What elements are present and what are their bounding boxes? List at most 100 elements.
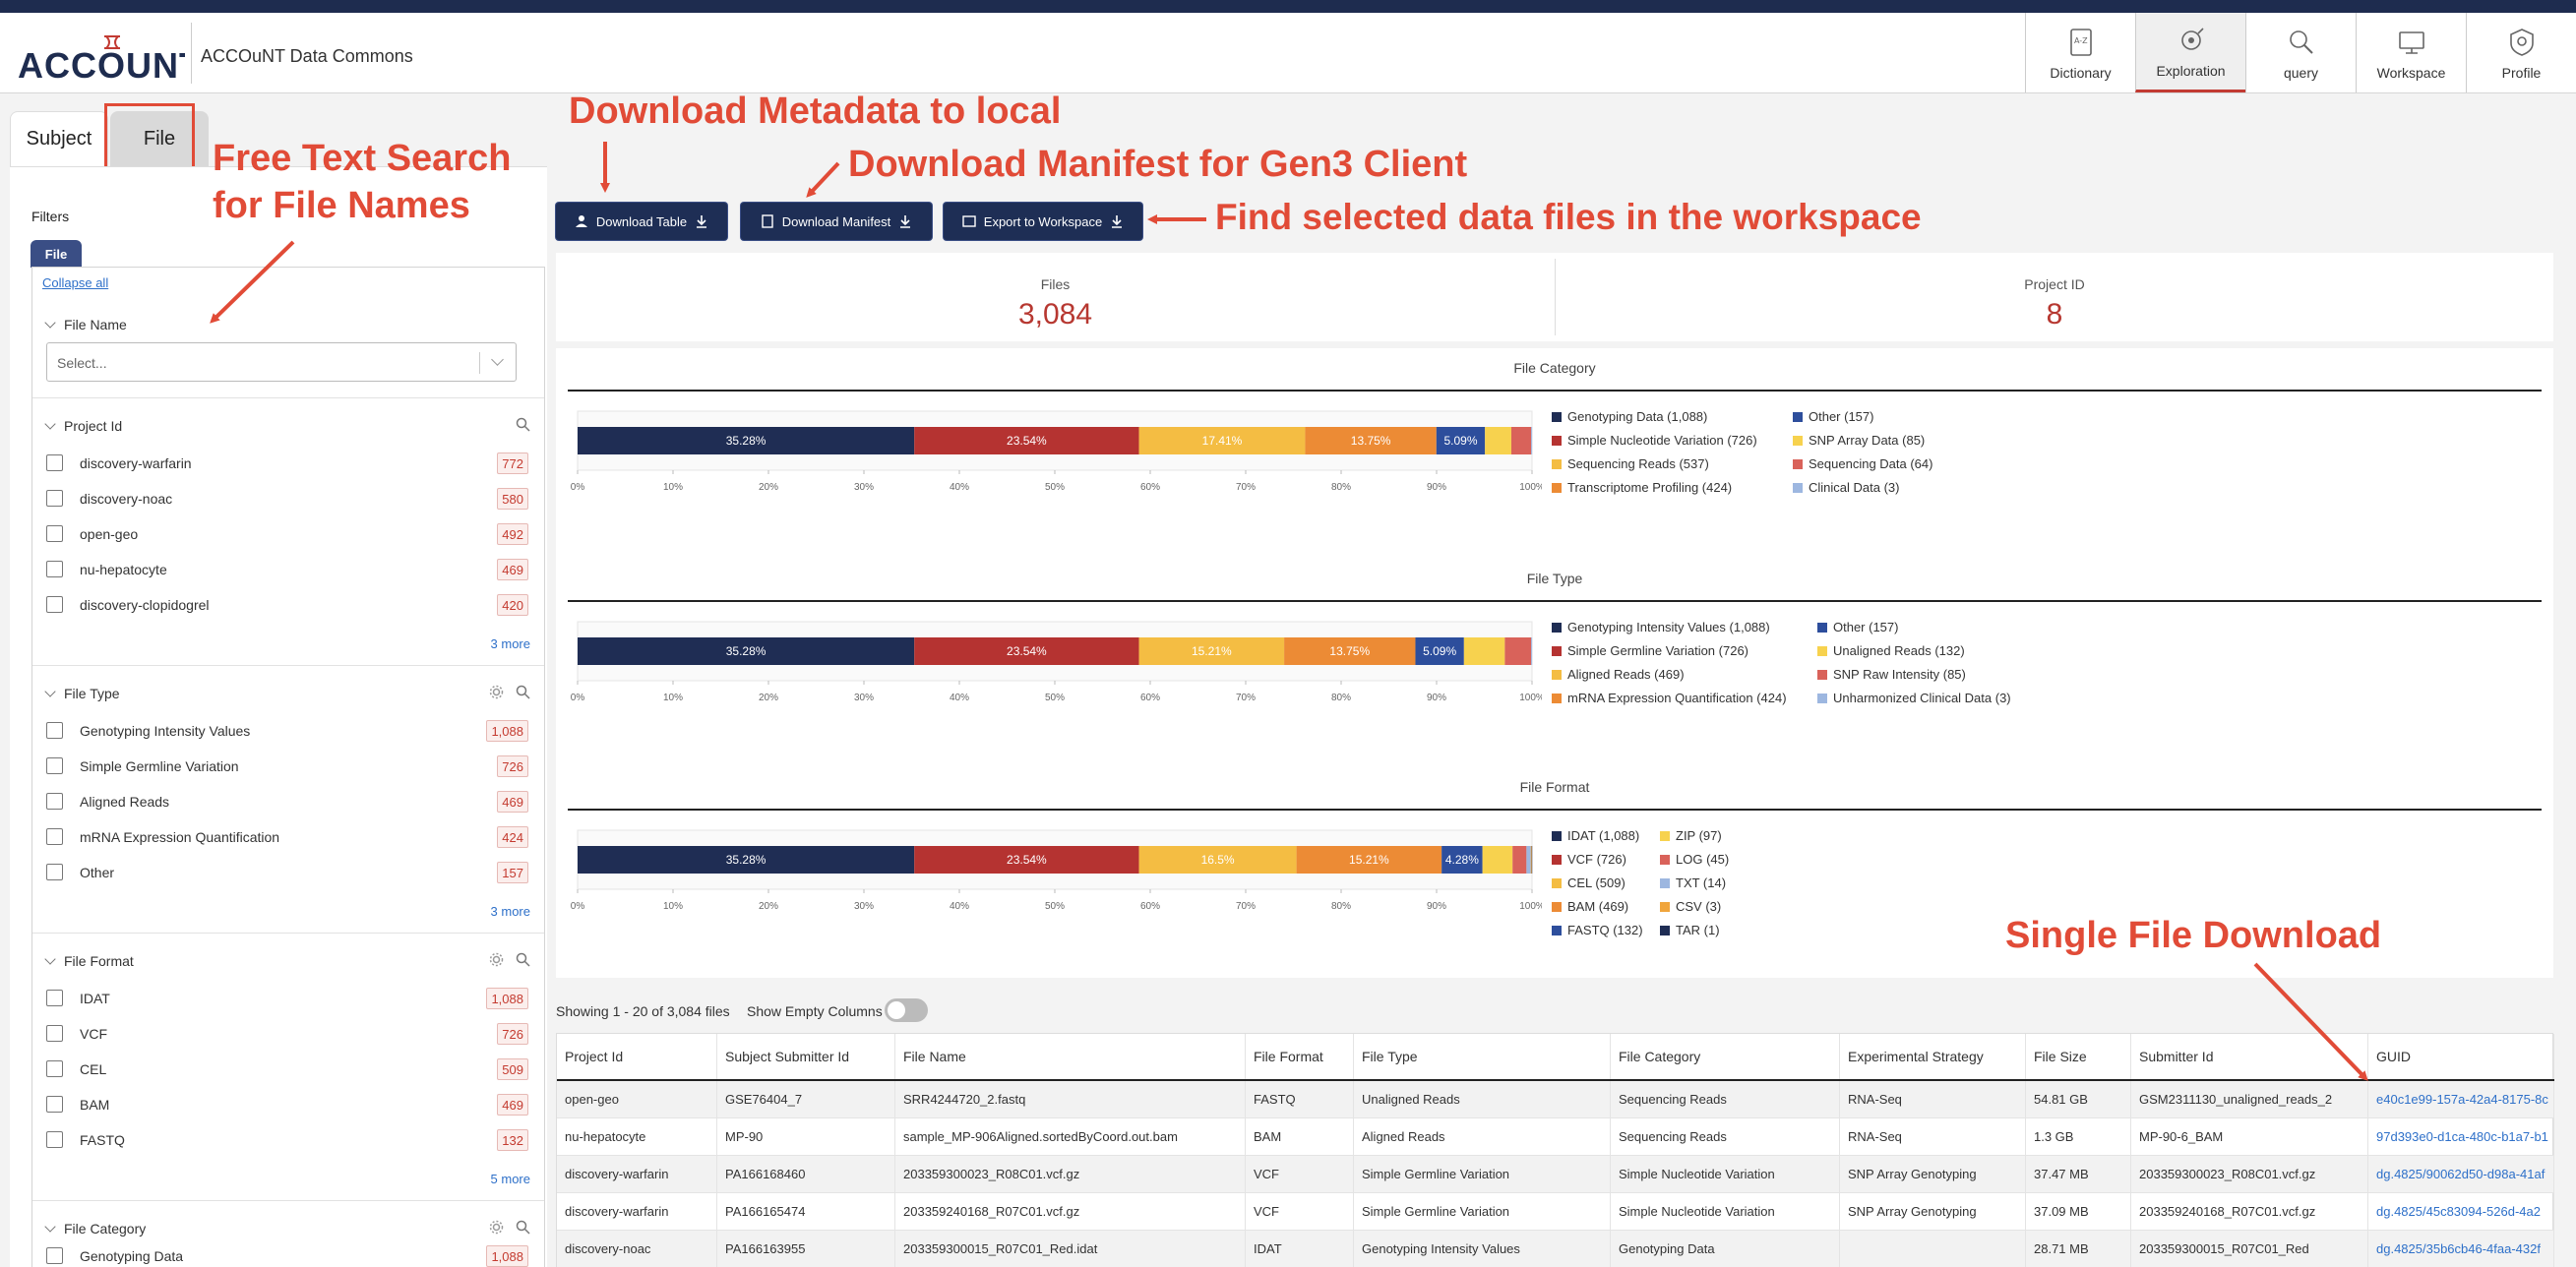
file-name-select[interactable]: Select... [46, 342, 517, 382]
download-icon [697, 215, 707, 228]
table-row[interactable]: discovery-warfarin PA166165474 20335924016… [557, 1193, 2554, 1231]
x-tick-label: 90% [1427, 901, 1446, 912]
column-header: File Type [1354, 1034, 1611, 1079]
checkbox[interactable] [46, 1025, 63, 1042]
option-mrna-expression-quantification[interactable]: mRNA Expression Quantification 424 [46, 825, 528, 849]
nav-query[interactable]: query [2245, 13, 2356, 92]
checkbox[interactable] [46, 596, 63, 613]
option-vcf[interactable]: VCF 726 [46, 1022, 528, 1046]
option-discovery-clopidogrel[interactable]: discovery-clopidogrel 420 [46, 593, 528, 617]
table-row[interactable]: discovery-warfarin PA166168460 20335930002… [557, 1156, 2554, 1193]
collapse-all-link[interactable]: Collapse all [42, 275, 108, 290]
option-discovery-warfarin[interactable]: discovery-warfarin 772 [46, 452, 528, 475]
legend-label: Genotyping Data (1,088) [1567, 409, 1708, 424]
gear-icon[interactable] [489, 1220, 504, 1235]
checkbox[interactable] [46, 828, 63, 845]
count-badge: 492 [497, 523, 528, 545]
checkbox[interactable] [46, 793, 63, 810]
checkbox[interactable] [46, 864, 63, 880]
option-aligned-reads[interactable]: Aligned Reads 469 [46, 790, 528, 814]
bar-segment [1504, 637, 1532, 665]
checkbox[interactable] [46, 722, 63, 739]
x-tick-label: 40% [950, 693, 969, 703]
gear-icon[interactable] [489, 952, 504, 967]
page: { "header": { "logo_text": "ACCOUNT", "c… [0, 0, 2576, 1267]
table-cell: Simple Nucleotide Variation [1611, 1156, 1840, 1192]
legend-item: Unaligned Reads (132) [1817, 643, 1965, 658]
download-table-button[interactable]: Download Table [556, 203, 727, 240]
gear-icon[interactable] [489, 685, 504, 699]
chart-file-category: File Category 0% 10% 20% 30% 40% 50% 60% 70% 80%… [568, 360, 2542, 557]
table-row[interactable]: open-geo GSE76404_7 SRR4244720_2.fastq FAST… [557, 1081, 2554, 1118]
checkbox[interactable] [46, 1131, 63, 1148]
option-nu-hepatocyte[interactable]: nu-hepatocyte 469 [46, 558, 528, 581]
search-icon[interactable] [516, 1220, 530, 1235]
show-empty-columns-toggle[interactable] [885, 998, 928, 1022]
filter-section-file-category: File Category Genotyping Data 1,088 [32, 1200, 544, 1267]
checkbox[interactable] [46, 1247, 63, 1264]
export-to-workspace-button[interactable]: Export to Workspace [944, 203, 1142, 240]
guid-download-link[interactable]: 97d393e0-d1ca-480c-b1a7-b1 [2368, 1118, 2554, 1155]
table-cell: discovery-warfarin [557, 1193, 717, 1230]
file-format-more-link[interactable]: 5 more [491, 1172, 530, 1186]
bar-data-label: 15.21% [1192, 644, 1232, 658]
option-genotyping-data[interactable]: Genotyping Data 1,088 [46, 1244, 528, 1267]
filter-tab-file[interactable]: File [31, 240, 82, 268]
bar-data-label: 5.09% [1423, 644, 1456, 658]
table-row[interactable]: nu-hepatocyte MP-90 sample_MP-906Aligned.s… [557, 1118, 2554, 1156]
option-other[interactable]: Other 157 [46, 861, 528, 884]
checkbox[interactable] [46, 1060, 63, 1077]
legend-item: Simple Nucleotide Variation (726) [1552, 433, 1757, 448]
x-tick-label: 50% [1045, 693, 1065, 703]
table-cell: Simple Nucleotide Variation [1611, 1193, 1840, 1230]
search-icon[interactable] [516, 685, 530, 699]
table-cell: 203359300023_R08C01.vcf.gz [895, 1156, 1246, 1192]
guid-download-link[interactable]: dg.4825/90062d50-d98a-41af [2368, 1156, 2554, 1192]
checkbox[interactable] [46, 757, 63, 774]
option-idat[interactable]: IDAT 1,088 [46, 987, 528, 1010]
legend-label: CEL (509) [1567, 875, 1625, 890]
bar-data-label: 15.21% [1349, 853, 1389, 867]
table-cell: 1.3 GB [2026, 1118, 2131, 1155]
table-row[interactable]: discovery-noac PA166163955 203359300015_R0… [557, 1231, 2554, 1267]
tab-subject[interactable]: Subject [10, 111, 108, 166]
checkbox[interactable] [46, 990, 63, 1006]
option-bam[interactable]: BAM 469 [46, 1093, 528, 1116]
nav-exploration[interactable]: Exploration [2135, 13, 2245, 92]
table-cell: open-geo [557, 1081, 717, 1117]
option-cel[interactable]: CEL 509 [46, 1057, 528, 1081]
download-manifest-button[interactable]: Download Manifest [741, 203, 932, 240]
checkbox[interactable] [46, 561, 63, 577]
file-format-title[interactable]: File Format [44, 953, 134, 969]
option-label: discovery-noac [80, 491, 173, 507]
chevron-down-icon [44, 317, 56, 329]
guid-download-link[interactable]: e40c1e99-157a-42a4-8175-8c [2368, 1081, 2554, 1117]
search-icon[interactable] [516, 417, 530, 432]
nav-profile[interactable]: Profile [2466, 13, 2576, 92]
nav-dictionary[interactable]: A-Z Dictionary [2025, 13, 2135, 92]
legend-item: CEL (509) [1552, 875, 1625, 890]
account-logo[interactable]: ACCOUNT [18, 34, 201, 86]
file-type-more-link[interactable]: 3 more [491, 904, 530, 919]
top-strip [0, 0, 2576, 13]
checkbox[interactable] [46, 454, 63, 471]
option-discovery-noac[interactable]: discovery-noac 580 [46, 487, 528, 511]
option-fastq[interactable]: FASTQ 132 [46, 1128, 528, 1152]
checkbox[interactable] [46, 525, 63, 542]
option-simple-germline-variation[interactable]: Simple Germline Variation 726 [46, 754, 528, 778]
option-open-geo[interactable]: open-geo 492 [46, 522, 528, 546]
file-type-title[interactable]: File Type [44, 686, 120, 701]
file-name-title[interactable]: File Name [44, 317, 127, 332]
checkbox[interactable] [46, 490, 63, 507]
guid-download-link[interactable]: dg.4825/45c83094-526d-4a2 [2368, 1193, 2554, 1230]
checkbox[interactable] [46, 1096, 63, 1113]
guid-download-link[interactable]: dg.4825/35b6cb46-4faa-432f [2368, 1231, 2554, 1267]
project-id-more-link[interactable]: 3 more [491, 636, 530, 651]
option-genotyping-intensity-values[interactable]: Genotyping Intensity Values 1,088 [46, 719, 528, 743]
project-id-title[interactable]: Project Id [44, 418, 122, 434]
count-badge: 726 [497, 1023, 528, 1045]
nav-workspace[interactable]: Workspace [2356, 13, 2466, 92]
legend-label: Unharmonized Clinical Data (3) [1833, 691, 2011, 705]
search-icon[interactable] [516, 952, 530, 967]
file-category-title[interactable]: File Category [44, 1221, 146, 1237]
